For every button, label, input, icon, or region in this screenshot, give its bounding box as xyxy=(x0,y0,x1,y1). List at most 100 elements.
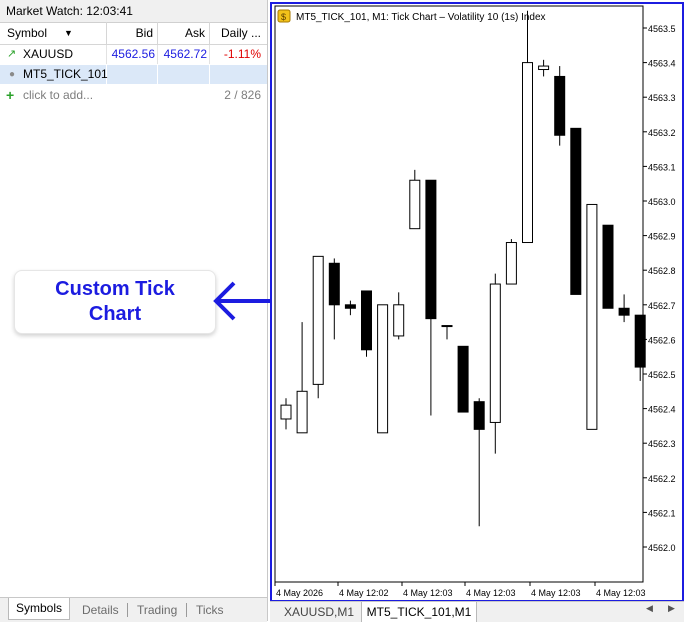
sort-arrow-icon: ▼ xyxy=(64,28,73,38)
price-label: 4563.5 xyxy=(648,24,676,34)
candle-body-bear xyxy=(554,75,566,136)
price-label: 4562.2 xyxy=(648,474,676,484)
price-label: 4563.4 xyxy=(648,59,676,69)
arrow-left-icon xyxy=(213,281,272,321)
candle-body-bear xyxy=(634,314,646,368)
candle-body-bull xyxy=(393,304,405,337)
candle-body-bull xyxy=(538,65,550,71)
callout-line-2: Chart xyxy=(88,303,142,325)
candle-body-bull xyxy=(296,390,308,434)
tab-mt5-tick-101-m1-label: MT5_TICK_101,M1 xyxy=(366,605,472,619)
up-arrow-icon: ↗ xyxy=(7,48,17,60)
market-watch-tabs: Symbols Details Trading Ticks xyxy=(0,597,267,622)
custom-tick-chart-callout: Custom Tick Chart xyxy=(14,270,216,334)
price-label: 4562.0 xyxy=(648,543,676,553)
price-label: 4563.0 xyxy=(648,197,676,207)
candle-body-bear xyxy=(328,262,340,306)
tab-trading-label: Trading xyxy=(137,603,178,617)
column-symbol[interactable]: Symbol ▼ xyxy=(0,22,107,44)
price-label: 4563.3 xyxy=(648,93,676,103)
candle-body-bull xyxy=(377,304,389,434)
ask-cell xyxy=(158,65,210,84)
tab-xauusd-m1[interactable]: XAUUSD,M1 xyxy=(284,602,354,622)
time-label: 4 May 12:03 xyxy=(596,588,646,598)
table-row[interactable]: ↗ XAUUSD 4562.56 4562.72 -1.11% xyxy=(0,45,267,64)
tab-ticks-label: Ticks xyxy=(196,603,224,617)
chart-symbol-icon-glyph: $ xyxy=(281,12,286,22)
tab-xauusd-m1-label: XAUUSD,M1 xyxy=(284,605,355,619)
candle-body-bull xyxy=(312,255,324,385)
bid-cell: 4562.56 xyxy=(107,45,158,64)
chart-tabs-bar: XAUUSD,M1 MT5_TICK_101,M1 ◀ ▶ xyxy=(270,601,684,622)
price-label: 4562.1 xyxy=(648,508,676,518)
ask-cell: 4562.72 xyxy=(158,45,210,64)
symbol-cell: ↗ XAUUSD xyxy=(0,45,107,64)
time-label: 4 May 2026 xyxy=(276,588,323,598)
daily-cell: -1.11% xyxy=(210,45,261,64)
scroll-right-icon[interactable]: ▶ xyxy=(668,603,675,614)
plus-icon: + xyxy=(6,87,15,103)
daily-value: -1.11% xyxy=(223,47,261,61)
candle-body-bull xyxy=(522,62,533,244)
callout-line-1: Custom Tick xyxy=(55,278,175,300)
candle-body-bear xyxy=(618,307,630,316)
candle xyxy=(586,203,598,430)
tab-divider xyxy=(186,603,187,617)
add-symbol-row[interactable]: + click to add... 2 / 826 xyxy=(0,85,267,105)
time-label: 4 May 12:03 xyxy=(403,588,453,598)
time-axis: 4 May 2026 4 May 12:02 4 May 12:03 4 May 12… xyxy=(274,582,646,598)
column-symbol-label: Symbol xyxy=(7,26,48,40)
chart-title: MT5_TICK_101, M1: Tick Chart – Volatilit… xyxy=(296,12,546,23)
candle-body-bull xyxy=(586,203,598,430)
price-label: 4562.5 xyxy=(648,370,676,380)
candle xyxy=(312,255,324,399)
tab-details[interactable]: Details xyxy=(82,600,119,620)
tab-symbols-label: Symbols xyxy=(15,601,62,615)
table-row[interactable]: ● MT5_TICK_101 xyxy=(0,65,267,84)
tick-chart[interactable]: $ MT5_TICK_101, M1: Tick Chart – Volatil… xyxy=(272,4,682,600)
scroll-left-icon[interactable]: ◀ xyxy=(646,603,653,614)
price-label: 4563.1 xyxy=(648,162,676,172)
price-label: 4562.9 xyxy=(648,232,676,242)
chart-window[interactable]: $ MT5_TICK_101, M1: Tick Chart – Volatil… xyxy=(270,2,684,602)
tab-symbols[interactable]: Symbols xyxy=(8,598,70,620)
symbol-name: XAUUSD xyxy=(23,47,74,61)
daily-cell xyxy=(210,65,261,84)
candle-body-bear xyxy=(570,127,582,295)
tab-trading[interactable]: Trading xyxy=(137,600,177,620)
candle-body-bear xyxy=(344,304,356,309)
column-ask[interactable]: Ask xyxy=(158,22,210,44)
candle-body-bull xyxy=(505,242,517,285)
candle-body-bull xyxy=(280,404,292,420)
candle xyxy=(554,66,566,146)
chart-title-group: $ MT5_TICK_101, M1: Tick Chart – Volatil… xyxy=(277,9,546,23)
symbol-count: 2 / 826 xyxy=(224,88,261,102)
price-label: 4563.2 xyxy=(648,128,676,138)
market-watch-title: Market Watch: 12:03:41 xyxy=(6,4,133,18)
market-watch-title-bar: Market Watch: 12:03:41 xyxy=(0,0,267,23)
candle-body-bear xyxy=(473,401,485,430)
column-ask-label: Ask xyxy=(184,26,205,40)
candle-body-bull xyxy=(409,179,421,230)
price-label: 4562.3 xyxy=(648,439,676,449)
bid-value: 4562.56 xyxy=(111,47,155,61)
candle xyxy=(505,239,517,285)
price-label: 4562.6 xyxy=(648,335,676,345)
price-label: 4562.8 xyxy=(648,266,676,276)
candle-body-bear xyxy=(361,290,372,351)
tab-details-label: Details xyxy=(82,603,119,617)
column-daily[interactable]: Daily ... xyxy=(210,22,267,44)
tab-divider xyxy=(127,603,128,617)
column-bid[interactable]: Bid xyxy=(107,22,158,44)
time-label: 4 May 12:03 xyxy=(531,588,581,598)
candle xyxy=(361,290,372,357)
time-label: 4 May 12:02 xyxy=(339,588,389,598)
column-bid-label: Bid xyxy=(135,26,153,40)
symbol-name: MT5_TICK_101 xyxy=(23,67,108,81)
tab-mt5-tick-101-m1[interactable]: MT5_TICK_101,M1 xyxy=(361,602,477,622)
dot-icon: ● xyxy=(9,69,16,80)
candle-body-bear xyxy=(602,224,614,309)
candle xyxy=(457,345,469,413)
tab-ticks[interactable]: Ticks xyxy=(196,600,224,620)
ask-value: 4562.72 xyxy=(163,47,207,61)
